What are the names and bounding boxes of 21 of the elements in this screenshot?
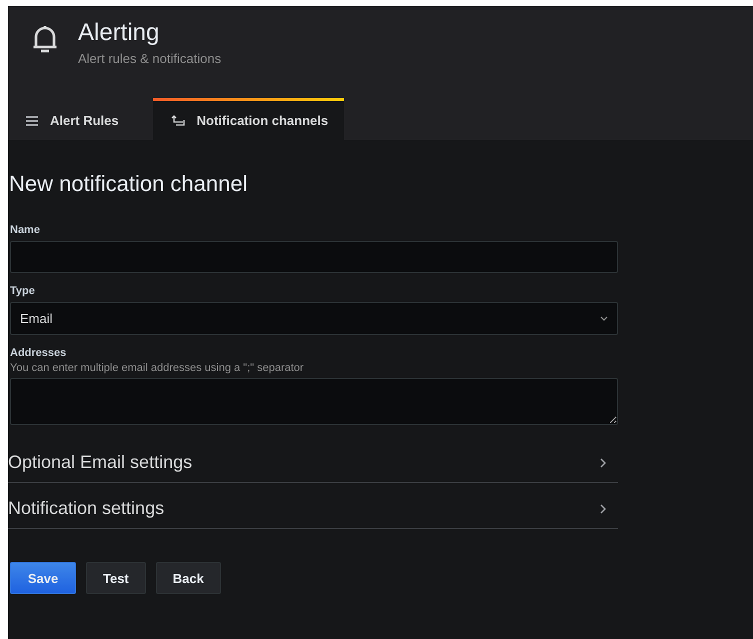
bell-icon: [32, 24, 58, 54]
page-header-title: Alerting: [78, 19, 160, 47]
name-input[interactable]: [10, 241, 618, 273]
tab[interactable]: Notification channels: [152, 98, 344, 140]
tab[interactable]: Alert Rules: [16, 98, 135, 140]
form-button[interactable]: Save: [10, 562, 76, 594]
field-label: Addresses: [10, 347, 68, 359]
page-header-subtitle: Alert rules & notifications: [78, 51, 222, 66]
chevron-down-icon: [600, 316, 608, 321]
field-label: Name: [10, 224, 41, 236]
arrows-icon: [170, 114, 185, 126]
collapse-header[interactable]: Optional Email settings: [8, 437, 618, 483]
list-icon: [26, 116, 38, 126]
form-title: New notification channel: [9, 171, 248, 197]
form-button[interactable]: Test: [86, 562, 146, 594]
addresses-textarea[interactable]: [10, 378, 618, 425]
field-description: You can enter multiple email addresses using a ";" separator: [10, 362, 305, 374]
collapse-header[interactable]: Notification settings: [8, 483, 618, 529]
field-label: Type: [10, 285, 36, 297]
form-button[interactable]: Back: [156, 562, 221, 594]
type-select[interactable]: Email: [10, 302, 618, 335]
